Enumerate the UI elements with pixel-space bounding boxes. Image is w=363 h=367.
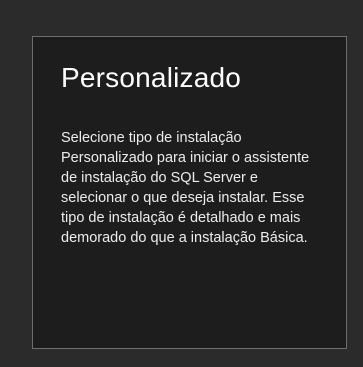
card-description: Selecione tipo de instalação Personaliza… xyxy=(61,130,310,246)
card-title: Personalizado xyxy=(61,62,242,93)
custom-installation-option-card[interactable]: Personalizado Selecione tipo de instalaç… xyxy=(32,36,347,349)
